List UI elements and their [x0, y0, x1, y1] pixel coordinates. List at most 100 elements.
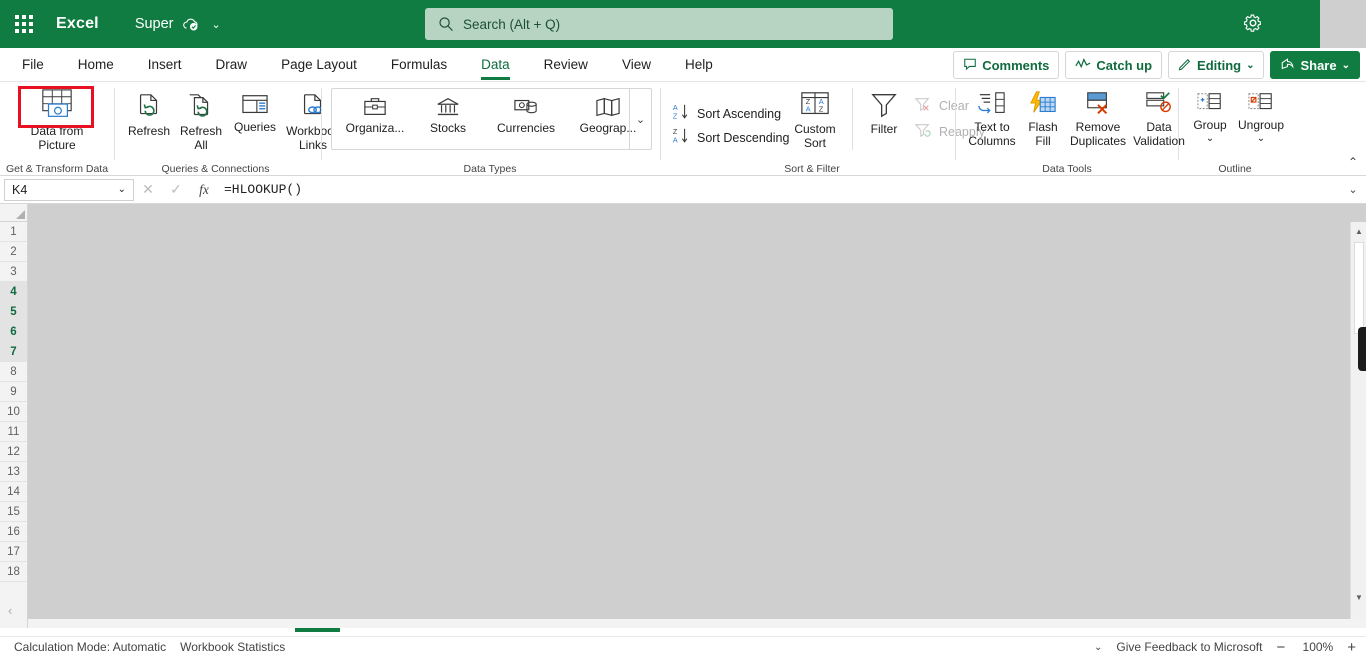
- ribbon-collapse-chevron-up-icon[interactable]: ⌃: [1348, 155, 1358, 169]
- zoom-out-minus-icon[interactable]: −: [1276, 639, 1285, 656]
- data-from-picture-label-line2: Picture: [38, 138, 76, 152]
- insert-function-icon[interactable]: fx: [190, 182, 218, 198]
- organization-datatype-button[interactable]: Organiza...: [338, 95, 412, 135]
- tab-file[interactable]: File: [22, 48, 44, 82]
- text-to-columns-button[interactable]: Text to Columns: [963, 90, 1021, 148]
- row-header[interactable]: 18: [0, 562, 27, 582]
- active-sheet-tab-indicator[interactable]: [295, 628, 340, 632]
- comments-button[interactable]: Comments: [953, 51, 1060, 79]
- row-header[interactable]: 3: [0, 262, 27, 282]
- select-all-corner[interactable]: [0, 204, 28, 222]
- give-feedback-button[interactable]: Give Feedback to Microsoft: [1116, 640, 1262, 654]
- row-header-selected[interactable]: 4: [0, 282, 27, 302]
- grid-cells-overlay[interactable]: [28, 204, 1350, 619]
- workbook-statistics-button[interactable]: Workbook Statistics: [180, 640, 285, 654]
- ribbon-separator: [852, 88, 853, 150]
- tab-home[interactable]: Home: [78, 48, 114, 82]
- tab-help[interactable]: Help: [685, 48, 713, 82]
- vertical-scrollbar[interactable]: ▲ ▼: [1350, 222, 1366, 619]
- refresh-all-button[interactable]: Refresh All: [173, 92, 229, 152]
- ribbon-group-queries-connections: Refresh Refresh All Queries Workbook Lin…: [115, 82, 340, 176]
- sort-ascending-label: Sort Ascending: [697, 106, 782, 121]
- row-header[interactable]: 13: [0, 462, 27, 482]
- row-header[interactable]: 9: [0, 382, 27, 402]
- tab-insert[interactable]: Insert: [148, 48, 182, 82]
- app-launcher-icon[interactable]: [0, 0, 48, 48]
- gear-icon[interactable]: [1242, 12, 1266, 36]
- custom-sort-label-line2: Sort: [803, 136, 826, 150]
- row-header[interactable]: 16: [0, 522, 27, 542]
- queries-button[interactable]: Queries: [229, 92, 281, 134]
- vertical-scroll-thumb[interactable]: [1354, 242, 1364, 334]
- ribbon-group-sort-filter: A Z Sort Ascending Z A Sort Descending Z…: [662, 82, 985, 176]
- share-button[interactable]: Share ⌄: [1270, 51, 1360, 79]
- scroll-up-triangle-up-icon[interactable]: ▲: [1352, 224, 1366, 239]
- status-options-chevron-down-icon[interactable]: ⌄: [1094, 642, 1102, 653]
- scroll-position-marker[interactable]: [1358, 327, 1366, 371]
- cloud-saved-icon[interactable]: [182, 16, 200, 32]
- name-box[interactable]: K4 ⌄: [4, 178, 134, 201]
- currencies-datatype-button[interactable]: Currencies: [484, 95, 568, 135]
- zoom-in-plus-icon[interactable]: +: [1347, 639, 1356, 656]
- row-header[interactable]: 10: [0, 402, 27, 422]
- search-container: [425, 8, 893, 40]
- remove-duplicates-label-line2: Duplicates: [1069, 134, 1127, 148]
- ungroup-button[interactable]: Ungroup ⌄: [1232, 90, 1290, 145]
- refresh-all-label-line1: Refresh: [179, 124, 223, 138]
- group-button[interactable]: Group ⌄: [1184, 90, 1236, 145]
- calculation-mode-status[interactable]: Calculation Mode: Automatic: [14, 640, 166, 654]
- refresh-button[interactable]: Refresh: [123, 92, 175, 138]
- collapse-left-chevron-left-icon[interactable]: ‹: [8, 603, 12, 618]
- name-box-value: K4: [12, 182, 28, 197]
- share-label: Share: [1300, 57, 1337, 73]
- document-menu-chevron-down-icon[interactable]: ⌄: [212, 18, 221, 31]
- formula-bar-expand-chevron-down-icon[interactable]: ⌄: [1340, 183, 1366, 196]
- status-bar: Calculation Mode: Automatic Workbook Sta…: [0, 636, 1366, 657]
- tab-view[interactable]: View: [622, 48, 651, 82]
- group-label-data-tools: Data Tools: [1042, 163, 1092, 175]
- scroll-down-triangle-down-icon[interactable]: ▼: [1352, 590, 1366, 605]
- row-header-selected[interactable]: 6: [0, 322, 27, 342]
- tab-formulas[interactable]: Formulas: [391, 48, 447, 82]
- tab-page-layout[interactable]: Page Layout: [281, 48, 357, 82]
- row-header[interactable]: 15: [0, 502, 27, 522]
- remove-duplicates-button[interactable]: Remove Duplicates: [1065, 90, 1131, 148]
- tab-review[interactable]: Review: [544, 48, 588, 82]
- group-label-queries-connections: Queries & Connections: [161, 163, 270, 175]
- sort-descending-button[interactable]: Z A Sort Descending: [672, 126, 790, 149]
- refresh-label: Refresh: [127, 124, 171, 138]
- catch-up-button[interactable]: Catch up: [1065, 51, 1163, 79]
- row-header[interactable]: 8: [0, 362, 27, 382]
- editing-button[interactable]: Editing ⌄: [1168, 51, 1265, 79]
- formula-input[interactable]: [218, 178, 1340, 201]
- row-header[interactable]: 11: [0, 422, 27, 442]
- data-types-chevron-down-icon[interactable]: ⌄: [629, 89, 651, 149]
- row-header[interactable]: 14: [0, 482, 27, 502]
- tab-data[interactable]: Data: [481, 48, 510, 82]
- stocks-datatype-button[interactable]: Stocks: [412, 95, 484, 135]
- row-header[interactable]: 1: [0, 222, 27, 242]
- reapply-icon: [914, 122, 932, 141]
- row-header-selected[interactable]: 7: [0, 342, 27, 362]
- row-header[interactable]: 12: [0, 442, 27, 462]
- custom-sort-button[interactable]: Z A A Z Custom Sort: [785, 90, 845, 150]
- zoom-level-value[interactable]: 100%: [1299, 640, 1334, 654]
- text-to-columns-label-line2: Columns: [968, 134, 1016, 148]
- row-header[interactable]: 17: [0, 542, 27, 562]
- svg-text:A: A: [673, 135, 678, 144]
- check-icon: ✓: [170, 181, 182, 197]
- group-chevron-down-icon[interactable]: ⌄: [1184, 132, 1236, 145]
- flash-fill-button[interactable]: Flash Fill: [1019, 90, 1067, 148]
- document-name[interactable]: Super: [135, 16, 174, 32]
- filter-button[interactable]: Filter: [858, 90, 910, 136]
- row-header[interactable]: 2: [0, 242, 27, 262]
- row-header-selected[interactable]: 5: [0, 302, 27, 322]
- data-from-picture-button[interactable]: Data from Picture: [8, 88, 106, 152]
- sort-ascending-button[interactable]: A Z Sort Ascending: [672, 102, 781, 125]
- ungroup-chevron-down-icon[interactable]: ⌄: [1232, 132, 1290, 145]
- ribbon-group-get-transform-data: Data from Picture Get & Transform Data: [0, 82, 114, 176]
- comment-icon: [963, 57, 977, 74]
- search-input[interactable]: [425, 8, 893, 40]
- tab-draw[interactable]: Draw: [216, 48, 248, 82]
- ribbon-separator: [1178, 88, 1179, 160]
